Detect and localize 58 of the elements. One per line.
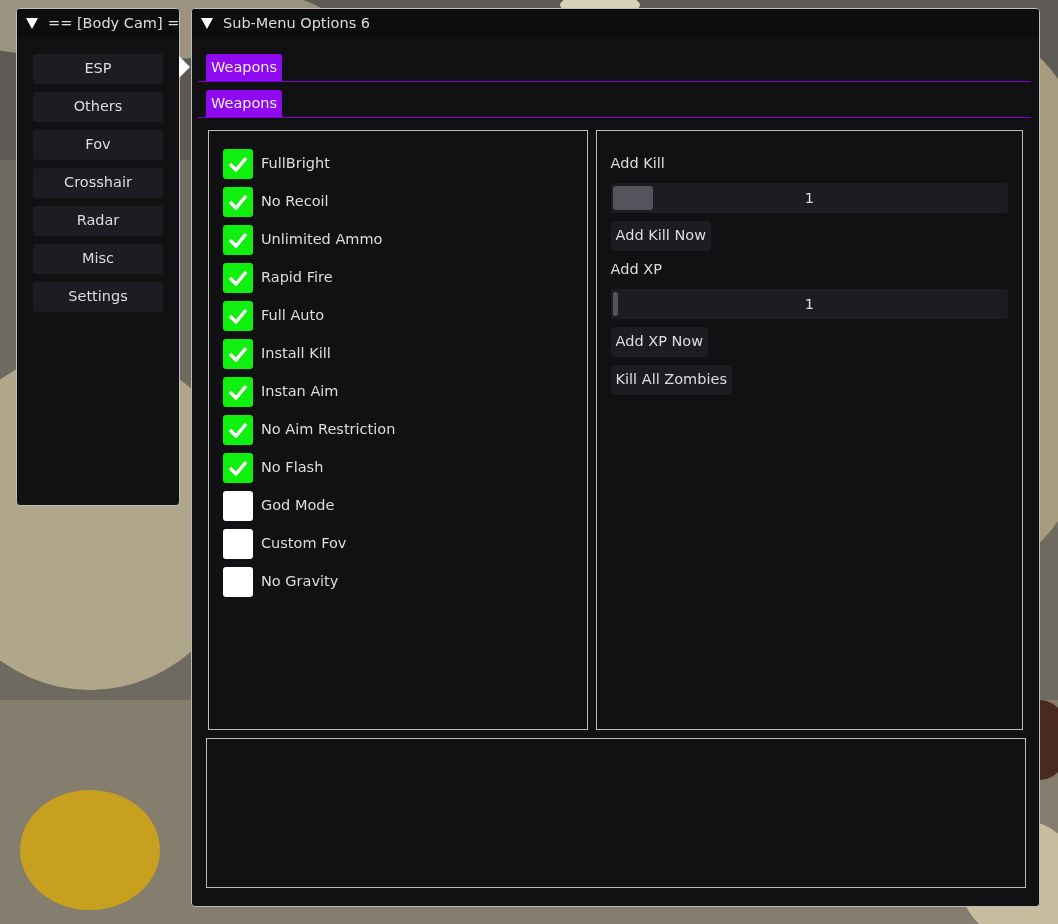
slider[interactable]: 1 (610, 288, 1008, 319)
checkbox[interactable] (223, 567, 253, 597)
checkbox-label: No Gravity (261, 572, 339, 592)
checkbox-label: FullBright (261, 154, 330, 174)
tab[interactable]: Weapons (206, 90, 283, 117)
checkbox[interactable] (223, 491, 253, 521)
check-icon (228, 308, 248, 324)
window-title: == [Body Cam] = (48, 13, 179, 33)
checkbox[interactable] (223, 263, 253, 293)
checkbox-label: No Flash (261, 458, 324, 478)
menu-button[interactable]: Others (33, 92, 163, 122)
check-icon (228, 422, 248, 438)
checkbox-label: Install Kill (261, 344, 331, 364)
checkbox[interactable] (223, 377, 253, 407)
checkbox[interactable] (223, 529, 253, 559)
slider-thumb[interactable] (612, 291, 618, 316)
slider-label: Add XP (610, 259, 663, 279)
slider-value: 1 (804, 295, 814, 312)
pointer-icon (179, 56, 191, 78)
action-button[interactable]: Add Kill Now (610, 220, 711, 251)
menu-button[interactable]: Fov (33, 130, 163, 160)
menu-button[interactable]: Radar (33, 206, 163, 236)
check-icon (228, 346, 248, 362)
checkbox-label: Instan Aim (261, 382, 339, 402)
slider-thumb[interactable] (612, 185, 653, 210)
checkbox-label: No Recoil (261, 192, 329, 212)
checkbox[interactable] (223, 149, 253, 179)
checkbox[interactable] (223, 339, 253, 369)
check-icon (228, 194, 248, 210)
action-button[interactable]: Kill All Zombies (610, 364, 732, 395)
slider-value: 1 (804, 189, 814, 206)
collapse-icon[interactable] (26, 18, 38, 29)
slider[interactable]: 1 (610, 182, 1008, 213)
menu-button[interactable]: Crosshair (33, 168, 163, 198)
action-button[interactable]: Add XP Now (610, 326, 709, 357)
check-icon (228, 460, 248, 476)
check-icon (228, 156, 248, 172)
checkbox-label: Unlimited Ammo (261, 230, 383, 250)
checkbox[interactable] (223, 453, 253, 483)
checkbox[interactable] (223, 187, 253, 217)
checkbox-label: Custom Fov (261, 534, 347, 554)
collapse-icon[interactable] (201, 18, 213, 29)
menu-button[interactable]: Settings (33, 282, 163, 312)
checkbox-label: Full Auto (261, 306, 325, 326)
check-icon (228, 270, 248, 286)
tab[interactable]: Weapons (206, 54, 283, 81)
checkbox-label: God Mode (261, 496, 335, 516)
checkbox-label: No Aim Restriction (261, 420, 396, 440)
checkbox[interactable] (223, 225, 253, 255)
menu-button[interactable]: Misc (33, 244, 163, 274)
checkbox[interactable] (223, 415, 253, 445)
slider-label: Add Kill (610, 154, 666, 173)
checkbox[interactable] (223, 301, 253, 331)
checkbox-label: Rapid Fire (261, 268, 333, 288)
menu-button[interactable]: ESP (33, 54, 163, 84)
check-icon (228, 384, 248, 400)
check-icon (228, 232, 248, 248)
window-title: Sub-Menu Options 6 (223, 13, 371, 33)
